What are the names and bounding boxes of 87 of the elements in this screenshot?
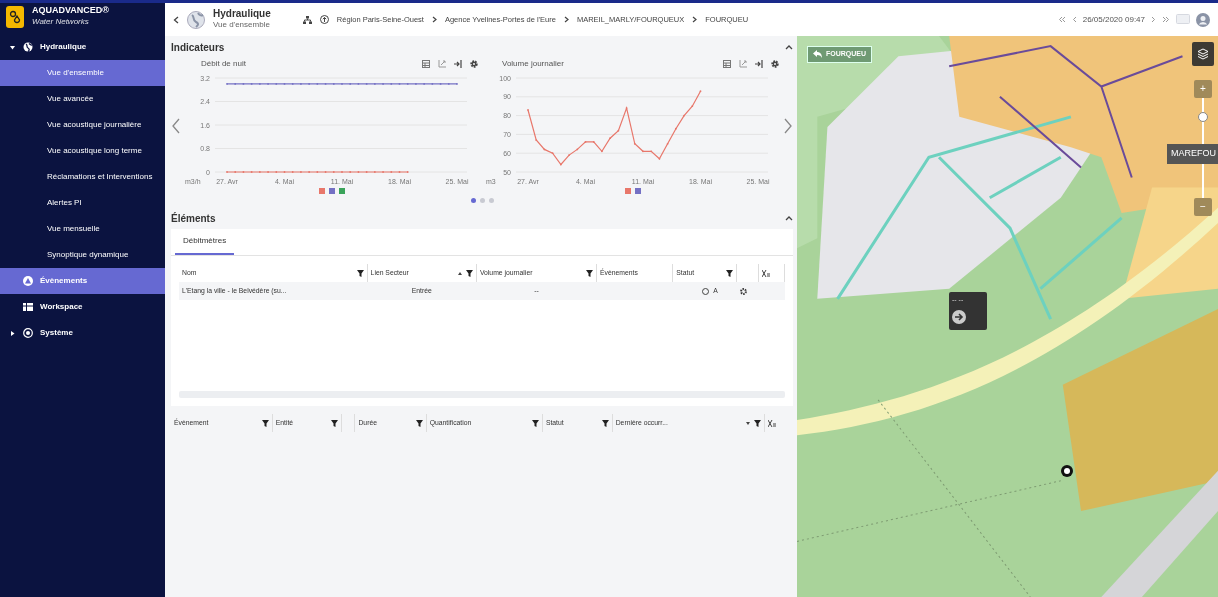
nav-label: Workspace xyxy=(40,301,83,313)
filter-icon[interactable] xyxy=(465,269,473,277)
page-dot[interactable] xyxy=(488,198,494,203)
filter-icon[interactable] xyxy=(586,269,594,277)
map-marker[interactable] xyxy=(1061,465,1073,478)
sort-ascending-icon[interactable] xyxy=(457,271,462,275)
legend-swatch[interactable] xyxy=(338,188,345,194)
nav-item[interactable]: Synoptique dynamique xyxy=(0,242,165,268)
collapse-button[interactable] xyxy=(785,215,793,221)
first-button[interactable] xyxy=(1057,16,1066,23)
caret-right-icon[interactable] xyxy=(9,330,15,336)
layers-icon xyxy=(1197,48,1209,60)
back-button[interactable] xyxy=(173,15,179,24)
page-dot[interactable] xyxy=(470,198,476,203)
nav-item[interactable]: Vue d'ensemble xyxy=(0,60,165,86)
filter-icon[interactable] xyxy=(261,419,269,427)
chart-title: Volume journalier xyxy=(501,58,564,70)
chevron-icon xyxy=(431,16,437,23)
nav-item[interactable]: Système xyxy=(0,320,165,346)
sort-descending-icon[interactable] xyxy=(746,421,751,425)
export-icon[interactable] xyxy=(454,60,462,68)
settings-icon[interactable] xyxy=(470,60,478,68)
filter-icon[interactable] xyxy=(601,419,609,427)
hierarchy-icon[interactable] xyxy=(302,15,312,24)
expand-icon[interactable] xyxy=(739,60,747,68)
next-button[interactable] xyxy=(783,118,793,134)
arrow-button[interactable] xyxy=(952,309,966,324)
filter-icon[interactable] xyxy=(754,419,762,427)
globe-icon xyxy=(187,10,205,29)
filter-icon[interactable] xyxy=(415,419,423,427)
warning-icon xyxy=(23,276,33,286)
table-icon[interactable] xyxy=(723,60,731,68)
nav-item[interactable]: Vue mensuelle xyxy=(0,216,165,242)
user-avatar[interactable] xyxy=(1196,12,1210,27)
legend-swatch[interactable] xyxy=(624,188,631,194)
slider-thumb[interactable] xyxy=(1198,112,1208,122)
filter-icon[interactable] xyxy=(531,419,539,427)
nav-item[interactable]: Alertes PI xyxy=(0,190,165,216)
undo-arrow-icon xyxy=(813,50,822,59)
page-subtitle: Vue d'ensemble xyxy=(213,19,271,31)
expand-icon[interactable] xyxy=(438,60,446,68)
nav-item[interactable]: Évènements xyxy=(0,268,165,294)
nav-label: Système xyxy=(40,327,73,339)
date-time: 26/05/2020 09:47 xyxy=(1082,13,1145,26)
filter-icon[interactable] xyxy=(356,269,364,277)
export-icon[interactable] xyxy=(755,60,763,68)
column-settings-icon[interactable] xyxy=(768,419,777,427)
column-settings-icon[interactable] xyxy=(762,269,771,277)
settings-icon[interactable] xyxy=(771,60,779,68)
app-subtitle: Water Networks xyxy=(32,15,90,28)
nav-item[interactable]: Vue avancée xyxy=(0,86,165,112)
caret-down-icon[interactable] xyxy=(9,44,15,50)
collapse-button[interactable] xyxy=(785,44,793,50)
page-title: Hydraulique xyxy=(213,8,271,19)
previous-button[interactable] xyxy=(171,118,181,134)
nav-item[interactable]: Réclamations et Interventions xyxy=(0,164,165,190)
up-arrow-icon[interactable] xyxy=(319,15,329,24)
legend-swatch[interactable] xyxy=(318,188,325,194)
nav-label: Évènements xyxy=(40,275,88,287)
chevron-icon xyxy=(563,16,569,23)
previous-button[interactable] xyxy=(1071,16,1077,23)
nav-label: Hydraulique xyxy=(40,41,87,53)
nav-item[interactable]: Workspace xyxy=(0,294,165,320)
status-icon xyxy=(702,287,710,295)
nav-item[interactable]: Vue acoustique long terme xyxy=(0,138,165,164)
grid-icon xyxy=(23,302,33,312)
page-dot[interactable] xyxy=(479,198,485,203)
legend-swatch[interactable] xyxy=(634,188,641,194)
globe-icon xyxy=(23,42,33,52)
filter-icon[interactable] xyxy=(726,269,734,277)
settings-icon[interactable] xyxy=(739,287,747,295)
target-icon xyxy=(23,328,33,338)
filter-icon[interactable] xyxy=(330,419,338,427)
layers-button[interactable] xyxy=(1192,42,1214,66)
section-title: Éléments xyxy=(171,211,216,226)
app-name: AQUADVANCED® xyxy=(32,6,109,16)
table-icon[interactable] xyxy=(422,60,430,68)
section-title: Indicateurs xyxy=(171,40,225,55)
nav-item[interactable]: Hydraulique xyxy=(0,34,165,60)
last-button[interactable] xyxy=(1162,16,1170,23)
chevron-icon xyxy=(692,16,698,23)
nav-item[interactable]: Vue acoustique journalière xyxy=(0,112,165,138)
next-button[interactable] xyxy=(1151,16,1156,23)
legend-swatch[interactable] xyxy=(328,188,335,194)
logo-icon xyxy=(6,6,24,28)
zoom-tooltip: MAREFOU xyxy=(1167,144,1218,164)
chart-title: Débit de nuit xyxy=(200,58,246,70)
